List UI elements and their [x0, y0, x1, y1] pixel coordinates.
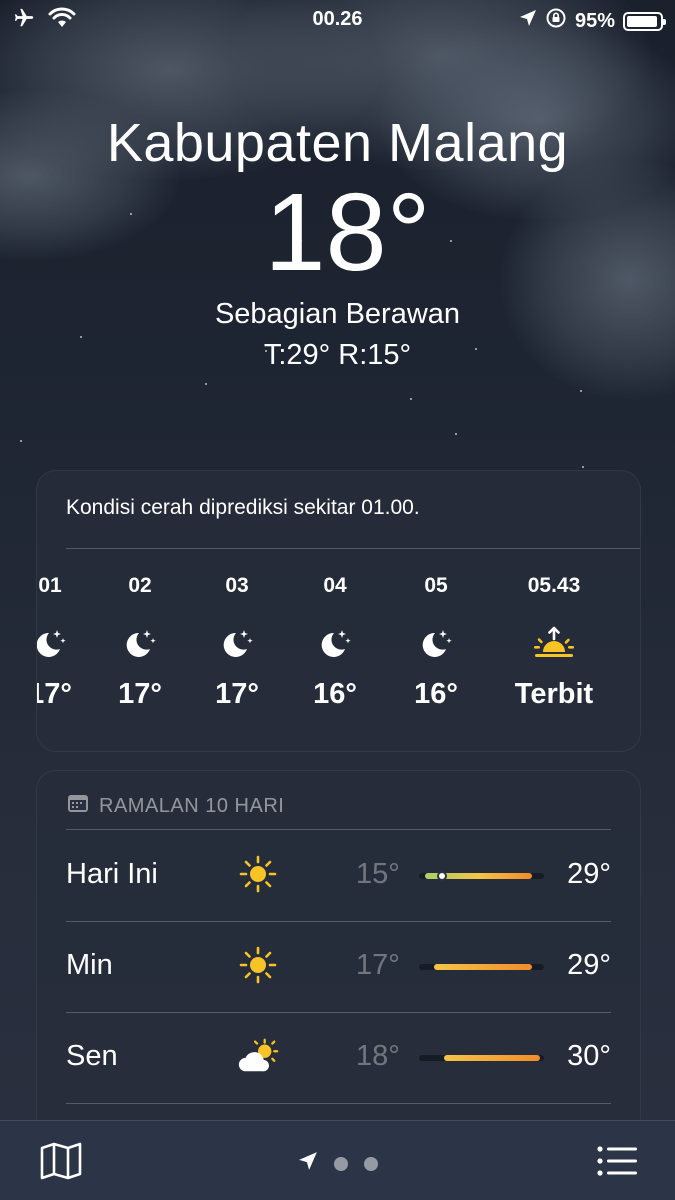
forecast-high: 29° [567, 858, 611, 890]
hourly-time: 03 [225, 574, 249, 597]
divider [66, 1103, 611, 1104]
temperature-range-bar [419, 871, 544, 881]
sunrise-icon [504, 618, 604, 668]
page-dot[interactable] [363, 1156, 378, 1171]
hourly-temp: Terbit [514, 678, 594, 710]
calendar-icon [67, 793, 89, 819]
page-dot[interactable] [333, 1156, 348, 1171]
hourly-item: 04 16° [285, 574, 385, 711]
forecast-row[interactable]: Hari Ini 15° 29° [66, 830, 611, 920]
hourly-summary: Kondisi cerah diprediksi sekitar 01.00. [66, 496, 420, 519]
hourly-item: 03 17° [187, 574, 287, 711]
forecast-row[interactable]: Sen 18° 30° [66, 1012, 611, 1102]
hourly-temp: 16° [414, 678, 458, 710]
hourly-time: 04 [323, 574, 347, 597]
page-indicator[interactable] [0, 1151, 675, 1176]
hourly-temp: 17° [118, 678, 162, 710]
rotation-lock-icon [545, 7, 567, 35]
high-low: T:29° R:15° [263, 339, 412, 371]
location-arrow-icon[interactable] [298, 1151, 318, 1176]
forecast-day: Hari Ini [66, 858, 158, 890]
sun-icon [236, 943, 280, 987]
forecast-title: RAMALAN 10 HARI [99, 794, 285, 817]
weather-condition: Sebagian Berawan [214, 298, 461, 330]
divider [66, 548, 640, 549]
hourly-item: 05.43 Terbit [504, 574, 604, 711]
forecast-low: 18° [356, 1040, 400, 1072]
battery-fill [627, 15, 657, 27]
temperature-range-fill [434, 964, 532, 970]
location-arrow-icon [519, 9, 537, 33]
moon-stars-icon [285, 618, 385, 668]
forecast-row[interactable]: Min 17° 29° [66, 921, 611, 1011]
hourly-time: 02 [128, 574, 152, 597]
city-list-icon[interactable] [597, 1145, 637, 1182]
moon-stars-icon [187, 618, 287, 668]
forecast-header: RAMALAN 10 HARI [67, 793, 284, 819]
forecast-high: 29° [567, 949, 611, 981]
forecast-low: 15° [356, 858, 400, 890]
bottom-toolbar [0, 1120, 675, 1200]
forecast-day: Min [66, 949, 113, 981]
cloud-sun-icon [236, 1034, 280, 1078]
forecast-day: Sen [66, 1040, 118, 1072]
hourly-item: 02 17° [90, 574, 190, 711]
city-name: Kabupaten Malang [106, 113, 569, 173]
temperature-range-bar [419, 1055, 544, 1061]
hourly-forecast-card[interactable]: Kondisi cerah diprediksi sekitar 01.00. … [36, 470, 641, 752]
battery-icon [623, 11, 666, 31]
hourly-time: 05.43 [527, 574, 581, 597]
forecast-high: 30° [567, 1040, 611, 1072]
battery-percent: 95% [574, 9, 615, 32]
moon-stars-icon [90, 618, 190, 668]
temperature-range-fill [444, 1055, 540, 1061]
current-temperature: 18° [264, 171, 431, 294]
temperature-range-bar [419, 964, 544, 970]
hourly-temp: 17° [215, 678, 259, 710]
forecast-low: 17° [356, 949, 400, 981]
status-bar: 00.26 95% [0, 0, 675, 38]
hourly-temp: 16° [313, 678, 357, 710]
current-temp-marker [437, 871, 447, 881]
hourly-item: 05 16° [386, 574, 486, 711]
sun-icon [236, 852, 280, 896]
moon-stars-icon [386, 618, 486, 668]
hourly-time: 05 [424, 574, 448, 597]
